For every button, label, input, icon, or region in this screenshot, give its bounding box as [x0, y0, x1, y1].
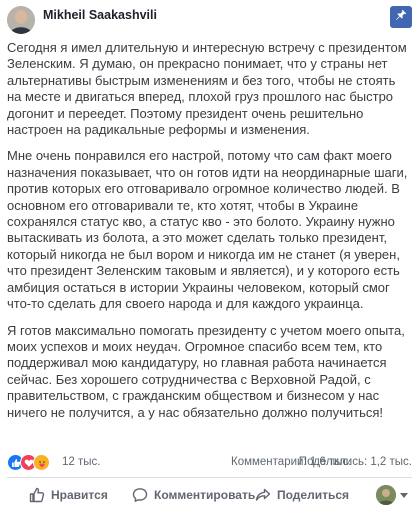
- divider: [7, 477, 412, 478]
- facebook-post: Mikheil Saakashvili Сегодня я имел длите…: [0, 0, 419, 517]
- post-paragraph-1: Сегодня я имел длительную и интересную в…: [7, 40, 407, 138]
- post-paragraph-2: Мне очень понравился его настрой, потому…: [7, 148, 408, 312]
- share-arrow-icon: [255, 487, 271, 503]
- thumbs-up-icon: [29, 487, 45, 503]
- share-button[interactable]: Поделиться: [255, 479, 349, 511]
- post-text: Сегодня я имел длительную и интересную в…: [7, 40, 412, 431]
- post-header: Mikheil Saakashvili: [7, 6, 412, 36]
- pin-button[interactable]: [390, 6, 412, 28]
- care-reaction-icon: [33, 454, 50, 471]
- chevron-down-icon: [400, 492, 408, 498]
- comment-label: Комментировать: [154, 488, 256, 502]
- share-label: Поделиться: [277, 488, 350, 502]
- reaction-count[interactable]: 12 тыс.: [62, 456, 100, 468]
- like-button[interactable]: Нравится: [29, 479, 108, 511]
- reactions-bar: 12 тыс. Комментарии: 1,6 тыс. Поделились…: [7, 452, 412, 474]
- action-bar: Нравится Комментировать Поделиться: [7, 479, 412, 511]
- like-label: Нравится: [51, 488, 108, 502]
- comment-button[interactable]: Комментировать: [132, 479, 255, 511]
- reaction-identity-selector[interactable]: [376, 485, 408, 505]
- reaction-icons[interactable]: [7, 454, 67, 472]
- shares-count[interactable]: Поделились: 1,2 тыс.: [299, 456, 412, 468]
- author-name[interactable]: Mikheil Saakashvili: [43, 8, 157, 22]
- speech-bubble-icon: [132, 487, 148, 503]
- post-paragraph-3: Я готов максимально помогать президенту …: [7, 322, 405, 420]
- pushpin-icon: [395, 8, 407, 26]
- viewer-avatar: [376, 485, 396, 505]
- author-avatar[interactable]: [7, 6, 35, 34]
